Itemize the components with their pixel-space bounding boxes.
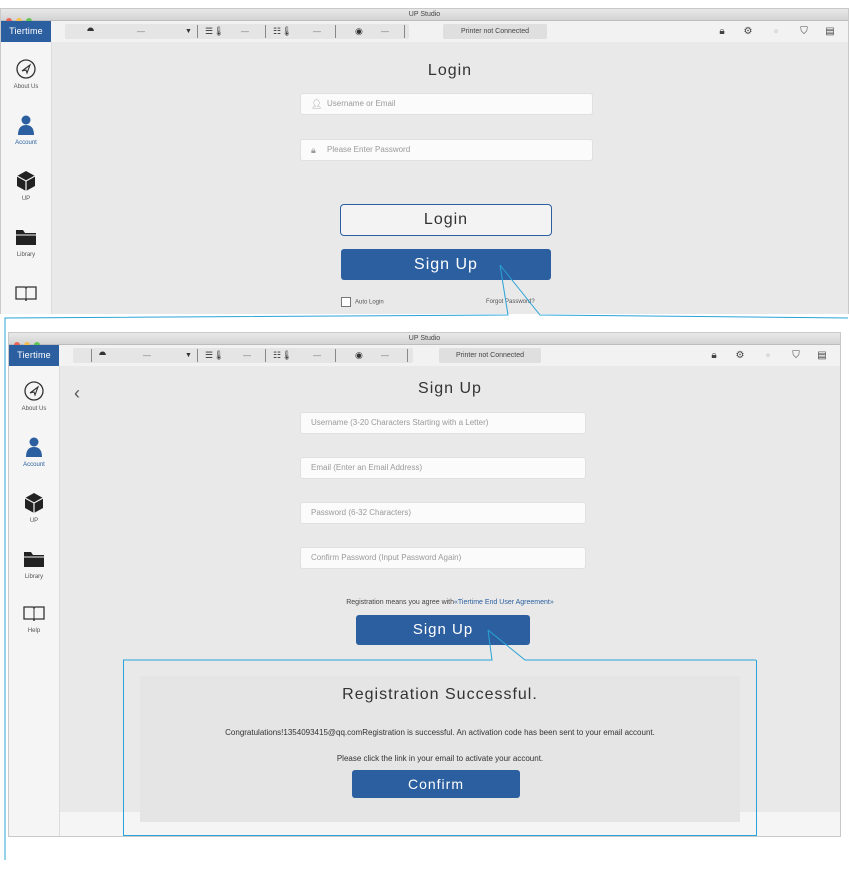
navigate-icon	[24, 381, 44, 401]
sidebar-item-library[interactable]: Library	[1, 226, 51, 258]
window-title: UP Studio	[408, 11, 441, 18]
user-outline-icon: 👤︎	[311, 99, 323, 109]
target-value: —	[381, 351, 389, 360]
printer-status: Printer not Connected	[439, 348, 541, 363]
dropdown-arrow-icon[interactable]: ▼	[185, 25, 192, 38]
printer-value: —	[143, 351, 151, 360]
sidebar-item-up[interactable]: UP	[9, 492, 59, 524]
toolbar: Tiertime ⯊ — ▼ ☰🌡 — ☷🌡 — ◉ — Printer not…	[9, 345, 840, 367]
disabled-icon: ●	[772, 26, 780, 37]
user-icon	[26, 437, 42, 457]
dialog-message: Congratulations!1354093415@qq.comRegistr…	[225, 728, 655, 737]
sidebar: About Us Account UP Library Help	[9, 366, 60, 836]
printer-icon[interactable]: ⯊	[87, 25, 94, 38]
printer-controls-bar: ⯊ — ▼ ☰🌡 — ☷🌡 — ◉ —	[65, 24, 409, 39]
nozzle-temperature-icon: ☰🌡	[205, 26, 225, 36]
printer-status: Printer not Connected	[443, 24, 547, 39]
page-title: Login	[427, 62, 473, 79]
folder-icon	[16, 230, 36, 245]
bed-temperature-icon: ☷🌡	[273, 26, 293, 36]
username-input[interactable]: 👤︎ Username or Email	[300, 93, 593, 115]
user-agreement-link[interactable]: «Tiertime End User Agreement»	[454, 599, 554, 606]
cube-icon	[24, 493, 44, 513]
user-icon	[18, 115, 34, 135]
password-input[interactable]: Password (6-32 Characters)	[300, 502, 586, 524]
gear-icon[interactable]: ⚙	[742, 25, 754, 38]
dialog-title: Registration Successful.	[342, 686, 538, 703]
signup-button[interactable]: Sign Up	[356, 615, 530, 645]
brand-logo: Tiertime	[1, 21, 51, 42]
bed-temperature-value: —	[313, 351, 321, 360]
folder-icon	[24, 552, 44, 567]
title-bar: UP Studio	[9, 333, 840, 348]
sidebar-item-account[interactable]: Account	[1, 114, 51, 146]
window-title: UP Studio	[408, 335, 441, 342]
book-icon	[15, 286, 37, 302]
username-input[interactable]: Username (3-20 Characters Starting with …	[300, 412, 586, 434]
nozzle-temperature-value: —	[243, 351, 251, 360]
disabled-icon: ●	[764, 350, 772, 361]
book-icon	[23, 606, 45, 622]
dropdown-arrow-icon[interactable]: ▼	[185, 349, 192, 362]
shirt-icon[interactable]: ⛉	[798, 25, 810, 38]
confirm-button[interactable]: Confirm	[352, 770, 520, 798]
checkbox[interactable]	[341, 297, 351, 307]
forgot-password-link[interactable]: Forgot Password?	[486, 299, 535, 305]
document-icon[interactable]: ▤	[816, 349, 828, 362]
agreement-text: Registration means you agree with«Tierti…	[346, 599, 554, 606]
printer-controls-bar: ⯊ — ▼ ☰🌡 — ☷🌡 — ◉ —	[73, 348, 413, 363]
lock-icon[interactable]: 🔒︎	[716, 25, 728, 38]
email-input[interactable]: Email (Enter an Email Address)	[300, 457, 586, 479]
sidebar-item-up[interactable]: UP	[1, 170, 51, 202]
auto-login-checkbox[interactable]: Auto Login	[341, 297, 384, 307]
login-panel: Login 👤︎ Username or Email 🔒︎ Please Enter…	[52, 42, 848, 314]
cube-icon	[16, 171, 36, 191]
sidebar-item-about-us[interactable]: About Us	[1, 58, 51, 90]
nozzle-temperature-value: —	[241, 27, 249, 36]
printer-value: —	[137, 27, 145, 36]
signup-button[interactable]: Sign Up	[341, 249, 551, 280]
toolbar: Tiertime ⯊ — ▼ ☰🌡 — ☷🌡 — ◉ — Printer not…	[1, 21, 848, 43]
target-icon: ◉	[355, 350, 363, 360]
sidebar-item-help[interactable]	[1, 282, 51, 304]
sidebar: About Us Account UP Library	[1, 42, 52, 314]
lock-icon[interactable]: 🔒︎	[708, 349, 720, 362]
brand-logo: Tiertime	[9, 345, 59, 366]
sidebar-item-about-us[interactable]: About Us	[9, 380, 59, 412]
bed-temperature-icon: ☷🌡	[273, 350, 293, 360]
dialog-instruction: Please click the link in your email to a…	[336, 754, 544, 763]
nozzle-temperature-icon: ☰🌡	[205, 350, 225, 360]
registration-success-dialog: Registration Successful. Congratulations…	[140, 676, 740, 822]
shirt-icon[interactable]: ⛉	[790, 349, 802, 362]
confirm-password-input[interactable]: Confirm Password (Input Password Again)	[300, 547, 586, 569]
password-input[interactable]: 🔒︎ Please Enter Password	[300, 139, 593, 161]
target-icon: ◉	[355, 26, 363, 36]
sidebar-item-library[interactable]: Library	[9, 548, 59, 580]
sidebar-item-account[interactable]: Account	[9, 436, 59, 468]
lock-outline-icon: 🔒︎	[311, 145, 316, 155]
navigate-icon	[16, 59, 36, 79]
page-title: Sign Up	[418, 380, 482, 397]
login-window: UP Studio Tiertime ⯊ — ▼ ☰🌡 — ☷🌡 — ◉ — P…	[0, 8, 849, 314]
bed-temperature-value: —	[313, 27, 321, 36]
title-bar: UP Studio	[1, 9, 848, 24]
printer-icon[interactable]: ⯊	[99, 349, 106, 362]
target-value: —	[381, 27, 389, 36]
login-button[interactable]: Login	[340, 204, 552, 236]
sidebar-item-help[interactable]: Help	[9, 602, 59, 634]
document-icon[interactable]: ▤	[824, 25, 836, 38]
gear-icon[interactable]: ⚙	[734, 349, 746, 362]
